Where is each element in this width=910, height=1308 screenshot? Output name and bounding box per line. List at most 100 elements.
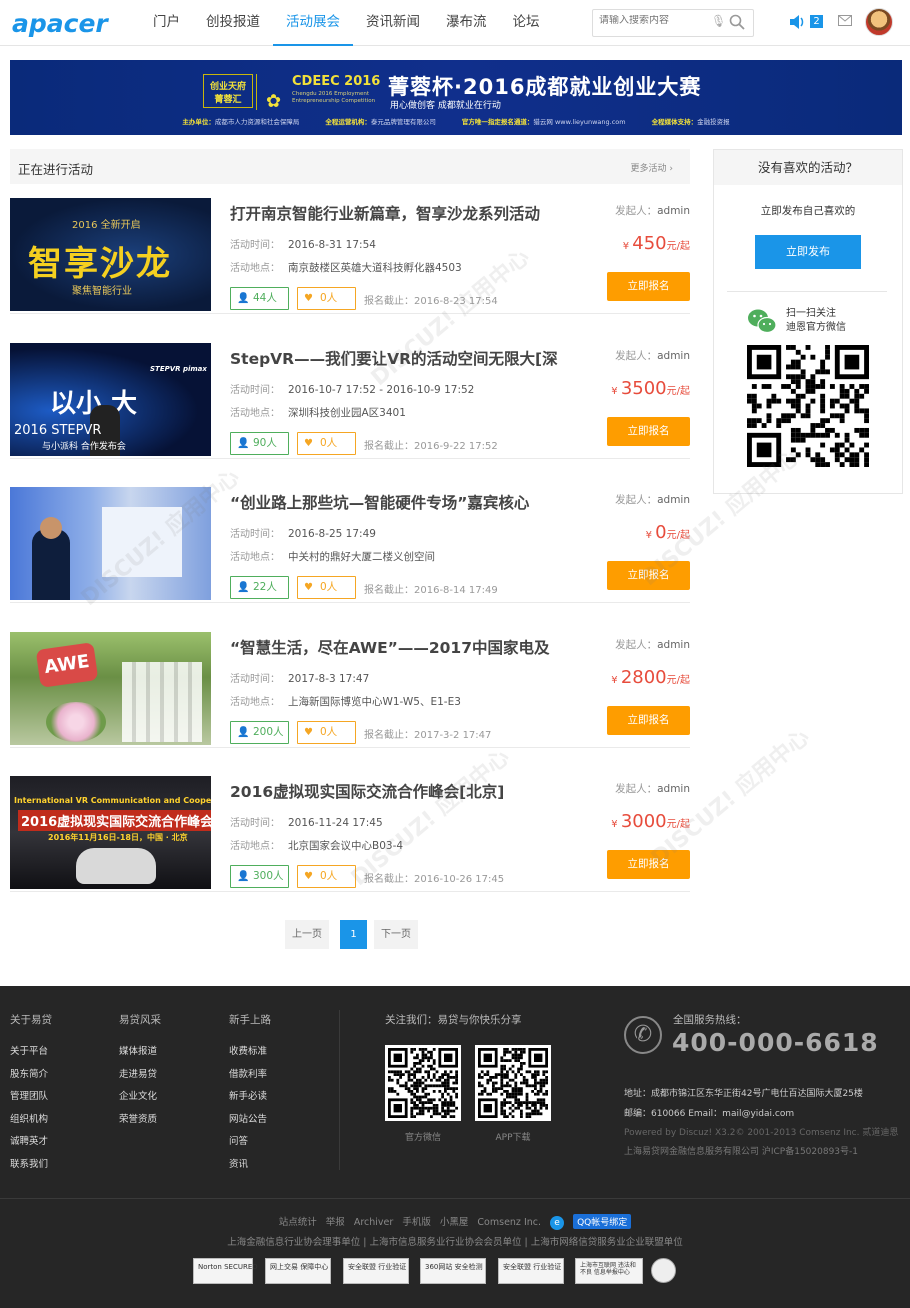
publish-sidebar: 没有喜欢的活动？ 立即发布自己喜欢的 立即发布 扫一扫关注 迪恩官方微信 bbox=[713, 149, 903, 494]
footer-link[interactable]: 借款利率 bbox=[229, 1066, 271, 1089]
currency-symbol: ¥ bbox=[611, 675, 618, 686]
footer-col-heading: 易贷风采 bbox=[119, 1014, 161, 1026]
nav-item-news[interactable]: 资讯新闻 bbox=[353, 0, 433, 46]
participants-count[interactable]: 👤 200人 bbox=[230, 721, 289, 744]
section-title: 正在进行活动 bbox=[18, 162, 94, 177]
signup-button[interactable]: 立即报名 bbox=[607, 706, 690, 735]
footer-link[interactable]: 网站公告 bbox=[229, 1111, 271, 1134]
top-header: apacer 门户 创投报道 活动展会 资讯新闻 瀑布流 论坛 🎙 2 bbox=[0, 0, 910, 46]
initiator-name[interactable]: admin bbox=[657, 350, 690, 362]
360-safe-badge[interactable]: 360网站 安全检测 bbox=[420, 1258, 486, 1284]
footer-link[interactable]: 走进易贷 bbox=[119, 1066, 161, 1089]
user-avatar[interactable] bbox=[865, 8, 893, 36]
participants-value: 200人 bbox=[253, 726, 284, 738]
speaker-icon[interactable] bbox=[788, 13, 806, 31]
footer-bottom-link[interactable]: Archiver bbox=[354, 1217, 393, 1228]
current-page-button[interactable]: 1 bbox=[340, 920, 367, 949]
footer-bottom-link[interactable]: 手机版 bbox=[402, 1217, 431, 1228]
price-unit: 元/起 bbox=[666, 386, 690, 397]
more-events-link[interactable]: 更多活动 › bbox=[631, 161, 673, 174]
deadline-label: 报名截止： bbox=[364, 296, 414, 307]
nav-item-venture-news[interactable]: 创投报道 bbox=[193, 0, 273, 46]
footer-link[interactable]: 收费标准 bbox=[229, 1043, 271, 1066]
signup-button[interactable]: 立即报名 bbox=[607, 272, 690, 301]
footer-link[interactable]: 组织机构 bbox=[10, 1111, 52, 1134]
nav-item-forum[interactable]: 论坛 bbox=[500, 0, 553, 46]
footer-bottom-link[interactable]: 举报 bbox=[326, 1217, 345, 1228]
footer-link[interactable]: 资讯 bbox=[229, 1156, 271, 1179]
event-thumbnail[interactable]: 2016 全新开启 智享沙龙 聚焦智能行业 bbox=[10, 198, 211, 311]
nav-item-portal[interactable]: 门户 bbox=[140, 0, 193, 46]
likes-count[interactable]: ♥ 0人 bbox=[297, 432, 356, 455]
qq-zone-icon[interactable]: e bbox=[550, 1215, 565, 1230]
price-unit: 元/起 bbox=[666, 819, 690, 830]
footer-link[interactable]: 关于平台 bbox=[10, 1043, 52, 1066]
mail-icon[interactable] bbox=[838, 15, 852, 26]
footer-link[interactable]: 企业文化 bbox=[119, 1088, 161, 1111]
footer-bottom-link[interactable]: 站点统计 bbox=[279, 1217, 317, 1228]
nav-item-waterfall[interactable]: 瀑布流 bbox=[433, 0, 500, 46]
initiator-name[interactable]: admin bbox=[657, 205, 690, 217]
event-title[interactable]: 打开南京智能行业新篇章，智享沙龙系列活动 bbox=[230, 202, 590, 224]
norton-badge[interactable]: Norton SECURED bbox=[193, 1258, 258, 1284]
next-page-button[interactable]: 下一页 bbox=[374, 920, 418, 949]
footer-link[interactable]: 管理团队 bbox=[10, 1088, 52, 1111]
vr-headset-image bbox=[76, 848, 156, 884]
likes-count[interactable]: ♥ 0人 bbox=[297, 287, 356, 310]
trade-guarantee-badge[interactable]: 网上交易 保障中心 bbox=[265, 1258, 331, 1284]
event-title[interactable]: “创业路上那些坑—智能硬件专场”嘉宾核心 bbox=[230, 491, 590, 513]
mic-icon[interactable]: 🎙 bbox=[711, 14, 726, 28]
event-time-row: 活动时间： 2017-8-3 17:47 bbox=[230, 670, 369, 685]
initiator-name[interactable]: admin bbox=[657, 783, 690, 795]
publish-button[interactable]: 立即发布 bbox=[755, 235, 861, 269]
nav-item-events[interactable]: 活动展会 bbox=[273, 0, 353, 46]
site-logo[interactable]: apacer bbox=[12, 9, 108, 38]
thumb-text: AWE bbox=[35, 642, 99, 688]
event-title[interactable]: 2016虚拟现实国际交流合作峰会[北京] bbox=[230, 780, 590, 802]
competition-banner[interactable]: 创业天府 菁蓉汇 CDEEC 2016 ✿ Chengdu 2016 Emplo… bbox=[10, 60, 902, 135]
footer-link[interactable]: 新手必读 bbox=[229, 1088, 271, 1111]
participants-count[interactable]: 👤 44人 bbox=[230, 287, 289, 310]
heart-icon: ♥ bbox=[304, 438, 313, 449]
event-title[interactable]: StepVR——我们要让VR的活动空间无限大[深 bbox=[230, 347, 590, 369]
footer-link[interactable]: 股东简介 bbox=[10, 1066, 52, 1089]
event-title[interactable]: “智慧生活，尽在AWE”——2017中国家电及 bbox=[230, 636, 590, 658]
participants-count[interactable]: 👤 90人 bbox=[230, 432, 289, 455]
notification-badge[interactable]: 2 bbox=[810, 15, 823, 28]
signup-button[interactable]: 立即报名 bbox=[607, 561, 690, 590]
event-thumbnail[interactable]: STEPVR pimax 以小 大 2016 STEPVR 与小派科 合作发布会 bbox=[10, 343, 211, 456]
footer-bottom-link[interactable]: 小黑屋 bbox=[440, 1217, 469, 1228]
signup-button[interactable]: 立即报名 bbox=[607, 850, 690, 879]
footer-link[interactable]: 联系我们 bbox=[10, 1156, 52, 1179]
footer-link[interactable]: 荣誉资质 bbox=[119, 1111, 161, 1134]
search-icon[interactable] bbox=[729, 14, 745, 30]
police-badge-icon[interactable] bbox=[651, 1258, 676, 1283]
footer-link[interactable]: 问答 bbox=[229, 1133, 271, 1156]
signup-button[interactable]: 立即报名 bbox=[607, 417, 690, 446]
initiator-name[interactable]: admin bbox=[657, 494, 690, 506]
security-alliance-badge-2[interactable]: 安全联盟 行业验证 bbox=[498, 1258, 564, 1284]
event-time: 2016-10-7 17:52 - 2016-10-9 17:52 bbox=[288, 384, 475, 396]
participants-count[interactable]: 👤 22人 bbox=[230, 576, 289, 599]
event-thumbnail[interactable] bbox=[10, 487, 211, 600]
currency-symbol: ¥ bbox=[622, 241, 630, 252]
flower-icon: ✿ bbox=[266, 91, 282, 112]
search-input[interactable] bbox=[599, 15, 709, 26]
initiator-name[interactable]: admin bbox=[657, 639, 690, 651]
likes-count[interactable]: ♥ 0人 bbox=[297, 576, 356, 599]
event-price: ¥ 450元/起 bbox=[623, 233, 690, 254]
likes-count[interactable]: ♥ 0人 bbox=[297, 865, 356, 888]
report-center-badge[interactable]: 上海市互联网 违法和不良 信息举报中心 bbox=[575, 1258, 643, 1284]
banner-footer-item: 官方唯一指定报名通道：猎云网 www.lieyunwang.com bbox=[461, 118, 626, 126]
footer-bottom-link[interactable]: Comsenz Inc. bbox=[477, 1217, 541, 1228]
qq-bind-button[interactable]: QQ帐号绑定 bbox=[573, 1214, 632, 1229]
footer-link[interactable]: 诚聘英才 bbox=[10, 1133, 52, 1156]
event-thumbnail[interactable]: AWE bbox=[10, 632, 211, 745]
participants-count[interactable]: 👤 300人 bbox=[230, 865, 289, 888]
likes-count[interactable]: ♥ 0人 bbox=[297, 721, 356, 744]
event-thumbnail[interactable]: International VR Communication and Coope… bbox=[10, 776, 211, 889]
event-time: 2016-8-31 17:54 bbox=[288, 239, 376, 251]
footer-link[interactable]: 媒体报道 bbox=[119, 1043, 161, 1066]
security-alliance-badge[interactable]: 安全联盟 行业验证 bbox=[343, 1258, 409, 1284]
prev-page-button[interactable]: 上一页 bbox=[285, 920, 329, 949]
